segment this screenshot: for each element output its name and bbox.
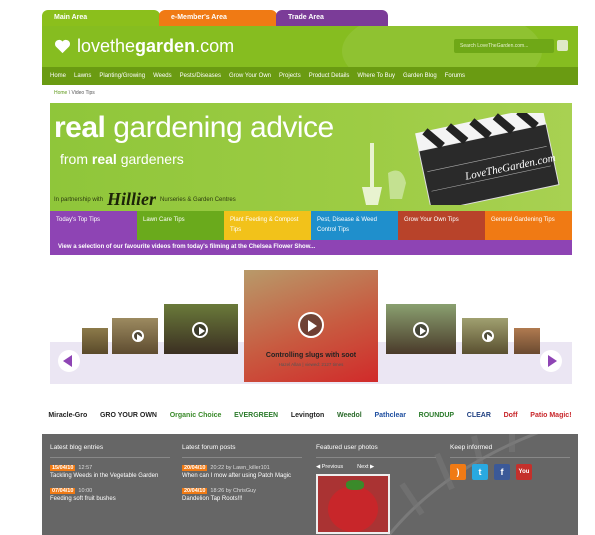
brand-logo[interactable]: Organic Choice xyxy=(170,412,222,419)
site-logo[interactable]: lovethe garden .com xyxy=(54,36,234,57)
tab-main-area[interactable]: Main Area xyxy=(42,10,160,26)
blog-post[interactable]: 15/04/10 12:57 Tackling Weeds in the Veget… xyxy=(50,464,170,480)
brand-logo[interactable]: Doff xyxy=(504,412,518,419)
brand-logo[interactable]: Pathclear xyxy=(374,412,406,419)
forum-post[interactable]: 20/04/10 18:26 by ChrisGuy Dandelion Tap R… xyxy=(182,487,302,503)
hero-headline: real gardening advice xyxy=(54,111,334,144)
nav-item-garden-blog[interactable]: Garden Blog xyxy=(403,73,437,79)
social-column: Keep informed ) t f You xyxy=(450,444,570,480)
nav-item-forums[interactable]: Forums xyxy=(445,73,465,79)
tip-category[interactable]: Grow Your Own Tips xyxy=(398,211,485,240)
brand-logo[interactable]: Levington xyxy=(291,412,324,419)
forum-column: Latest forum posts 20/04/10 20:22 by Lawn… xyxy=(182,444,302,510)
nav-item-where-to-buy[interactable]: Where To Buy xyxy=(357,73,395,79)
nav-item-grow-your-own[interactable]: Grow Your Own xyxy=(229,73,271,79)
tip-category[interactable]: Today's Top Tips xyxy=(50,211,137,240)
partner-line: In partnership with Hillier Nurseries & Ga… xyxy=(54,189,236,209)
forum-post[interactable]: 20/04/10 20:22 by Lawn_killer101 When can … xyxy=(182,464,302,480)
featured-video-caption: Controlling slugs with soot Hazel Allan … xyxy=(244,352,378,367)
video-thumb[interactable] xyxy=(514,328,540,354)
nav-item-planting-growing[interactable]: Planting/Growing xyxy=(99,73,145,79)
video-thumb[interactable] xyxy=(386,304,456,354)
hero-banner: real gardening advice from real gardener… xyxy=(50,103,572,211)
brand-logo[interactable]: Miracle-Gro xyxy=(48,412,87,419)
brand-logo[interactable]: EVERGREEN xyxy=(234,412,278,419)
carousel-next-button[interactable] xyxy=(540,350,562,372)
brand-logo[interactable]: GRO YOUR OWN xyxy=(100,412,157,419)
tip-categories: Today's Top Tips Lawn Care Tips Plant Feed… xyxy=(50,211,572,240)
breadcrumb-current: Video Tips xyxy=(71,90,95,96)
tab-trade-area[interactable]: Trade Area xyxy=(276,10,388,26)
site-header: lovethe garden .com Search LoveTheGarden.c… xyxy=(42,26,578,67)
video-thumb[interactable] xyxy=(112,318,158,354)
nav-item-lawns[interactable]: Lawns xyxy=(74,73,91,79)
tip-category[interactable]: Lawn Care Tips xyxy=(137,211,224,240)
video-title: Controlling slugs with soot xyxy=(265,352,357,359)
nav-item-weeds[interactable]: Weeds xyxy=(153,73,172,79)
clapperboard-icon: LoveTheGarden.com xyxy=(415,113,560,205)
hero-subheadline: from real gardeners xyxy=(60,151,184,167)
breadcrumb-home[interactable]: Home xyxy=(54,90,67,96)
heart-icon xyxy=(55,39,70,54)
footer: Latest blog entries 15/04/10 12:57 Tacklin… xyxy=(42,434,578,535)
brand-logo[interactable]: Weedol xyxy=(337,412,362,419)
brand-logo[interactable]: Patio Magic! xyxy=(530,412,571,419)
blog-post[interactable]: 07/04/10 10:00 Feeding soft fruit bushes xyxy=(50,487,170,503)
garden-tools-icon xyxy=(362,143,406,205)
nav-item-projects[interactable]: Projects xyxy=(279,73,301,79)
nav-item-product-details[interactable]: Product Details xyxy=(309,73,350,79)
photos-column: Featured user photos ◀ Previous Next ▶ xyxy=(316,444,436,534)
photos-prev-button[interactable]: ◀ Previous xyxy=(316,464,343,470)
search-button[interactable] xyxy=(557,40,568,51)
tip-category[interactable]: Pest, Disease & Weed Control Tips xyxy=(311,211,398,240)
area-tabs: Main Area e-Member's Area Trade Area xyxy=(42,10,388,26)
nav-item-home[interactable]: Home xyxy=(50,73,66,79)
nav-item-pests-diseases[interactable]: Pests/Diseases xyxy=(180,73,221,79)
video-meta: Hazel Allan | viewed: 2127 times xyxy=(278,362,344,367)
video-carousel: Controlling slugs with soot Hazel Allan … xyxy=(50,256,572,384)
featured-user-photo[interactable] xyxy=(316,474,390,534)
photos-next-button[interactable]: Next ▶ xyxy=(357,464,374,470)
carousel-prev-button[interactable] xyxy=(58,350,80,372)
brand-logo[interactable]: ROUNDUP xyxy=(419,412,454,419)
tab-member-area[interactable]: e-Member's Area xyxy=(159,10,277,26)
main-nav: Home Lawns Planting/Growing Weeds Pests/Dise… xyxy=(42,67,578,85)
tip-intro-text: View a selection of our favourite videos… xyxy=(50,240,572,255)
blog-column: Latest blog entries 15/04/10 12:57 Tacklin… xyxy=(50,444,170,510)
tip-category[interactable]: General Gardening Tips xyxy=(485,211,572,240)
video-thumb[interactable] xyxy=(164,304,238,354)
tip-category[interactable]: Plant Feeding & Compost Tips xyxy=(224,211,311,240)
facebook-icon[interactable]: f xyxy=(494,464,510,480)
brand-strip: Miracle-Gro GRO YOUR OWN Organic Choice EVE… xyxy=(42,398,578,432)
search-input[interactable]: Search LoveTheGarden.com... xyxy=(454,39,554,53)
rss-icon[interactable]: ) xyxy=(450,464,466,480)
youtube-icon[interactable]: You xyxy=(516,464,532,480)
brand-logo[interactable]: CLEAR xyxy=(467,412,491,419)
hillier-logo: Hillier xyxy=(107,189,157,209)
breadcrumb: Home \ Video Tips xyxy=(54,90,95,96)
video-thumb[interactable] xyxy=(462,318,508,354)
video-thumb[interactable] xyxy=(82,328,108,354)
twitter-icon[interactable]: t xyxy=(472,464,488,480)
